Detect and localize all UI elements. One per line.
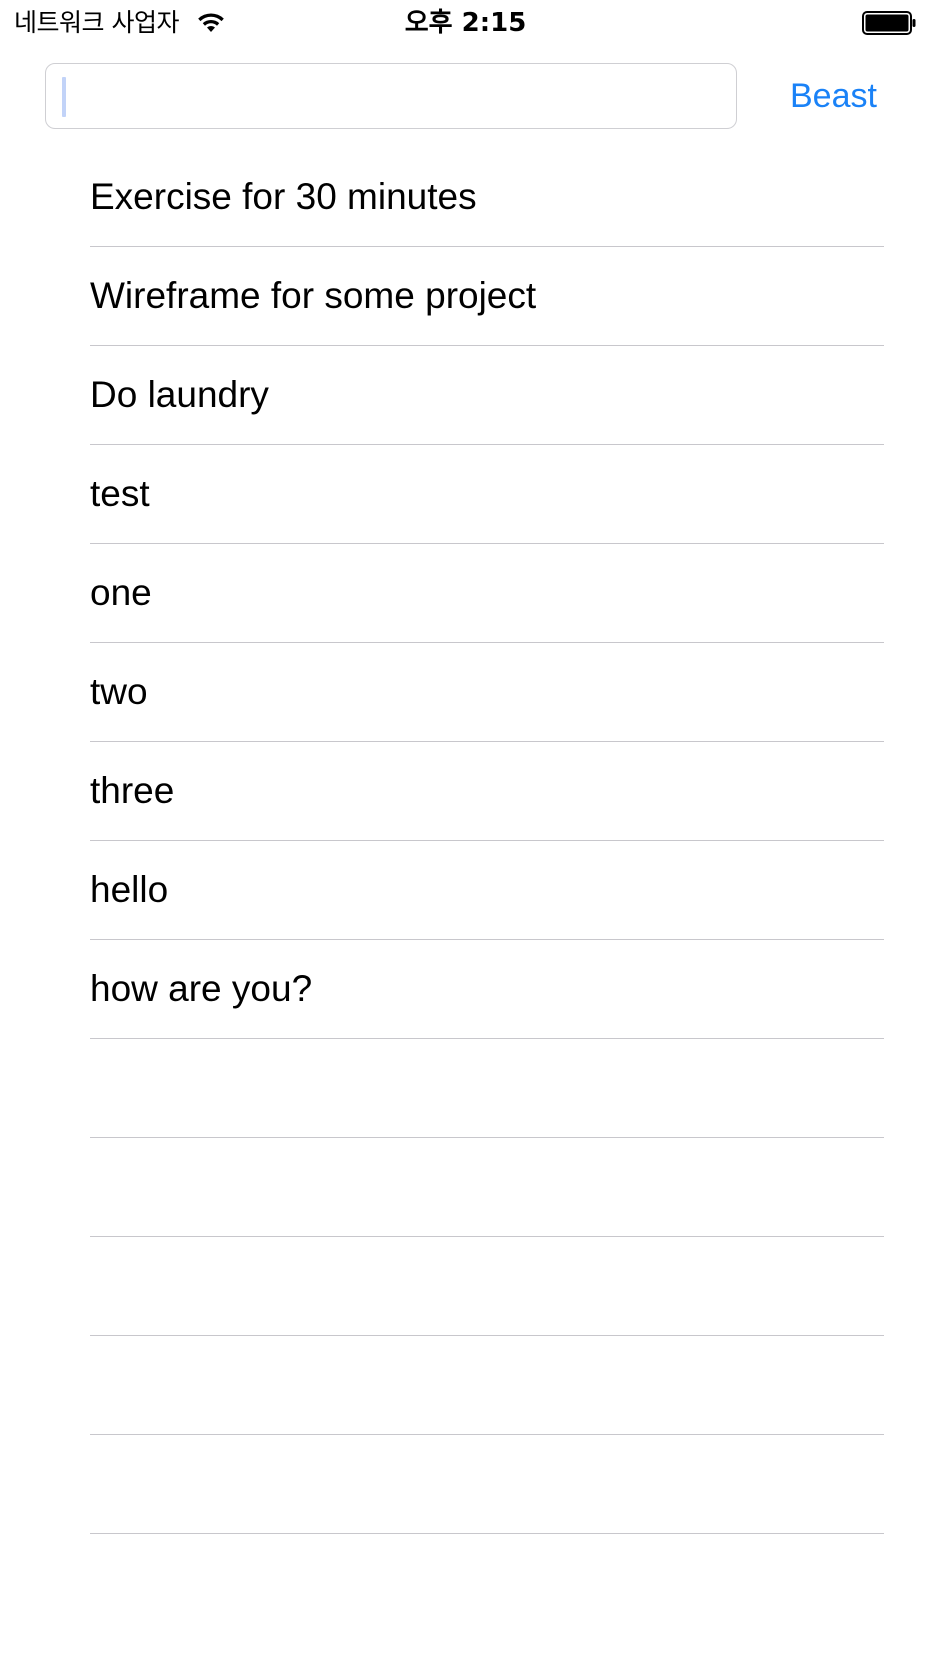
list-item-label: Do laundry	[90, 374, 269, 415]
list-item[interactable]: test	[0, 445, 931, 544]
empty-list-row	[0, 1039, 931, 1138]
list-item[interactable]: one	[0, 544, 931, 643]
battery-full-icon	[862, 11, 916, 35]
empty-list-row	[0, 1336, 931, 1435]
list-item-label: test	[90, 473, 150, 514]
empty-list-row	[0, 1435, 931, 1534]
list-item-label: how are you?	[90, 968, 313, 1009]
list-item[interactable]: Wireframe for some project	[0, 247, 931, 346]
list-item-label: hello	[90, 869, 169, 910]
list-item-label: one	[90, 572, 152, 613]
text-caret	[62, 77, 66, 117]
status-bar: 네트워크 사업자 오후 2:15	[0, 0, 931, 46]
add-item-button[interactable]: Beast	[790, 73, 877, 119]
list-item[interactable]: Exercise for 30 minutes	[0, 148, 931, 247]
list-item-label: three	[90, 770, 175, 811]
list-item[interactable]: how are you?	[0, 940, 931, 1039]
new-item-input[interactable]	[62, 72, 712, 120]
empty-list-row	[0, 1138, 931, 1237]
list-item-label: Wireframe for some project	[90, 275, 537, 316]
list-item[interactable]: hello	[0, 841, 931, 940]
list-item[interactable]: Do laundry	[0, 346, 931, 445]
list-item[interactable]: three	[0, 742, 931, 841]
todo-list: Exercise for 30 minutes Wireframe for so…	[0, 148, 931, 1534]
list-item-label: Exercise for 30 minutes	[90, 176, 477, 217]
status-time: 오후 2:15	[404, 8, 527, 38]
list-item-label: two	[90, 671, 148, 712]
new-item-field[interactable]	[45, 63, 737, 129]
list-item[interactable]: two	[0, 643, 931, 742]
empty-list-row	[0, 1237, 931, 1336]
